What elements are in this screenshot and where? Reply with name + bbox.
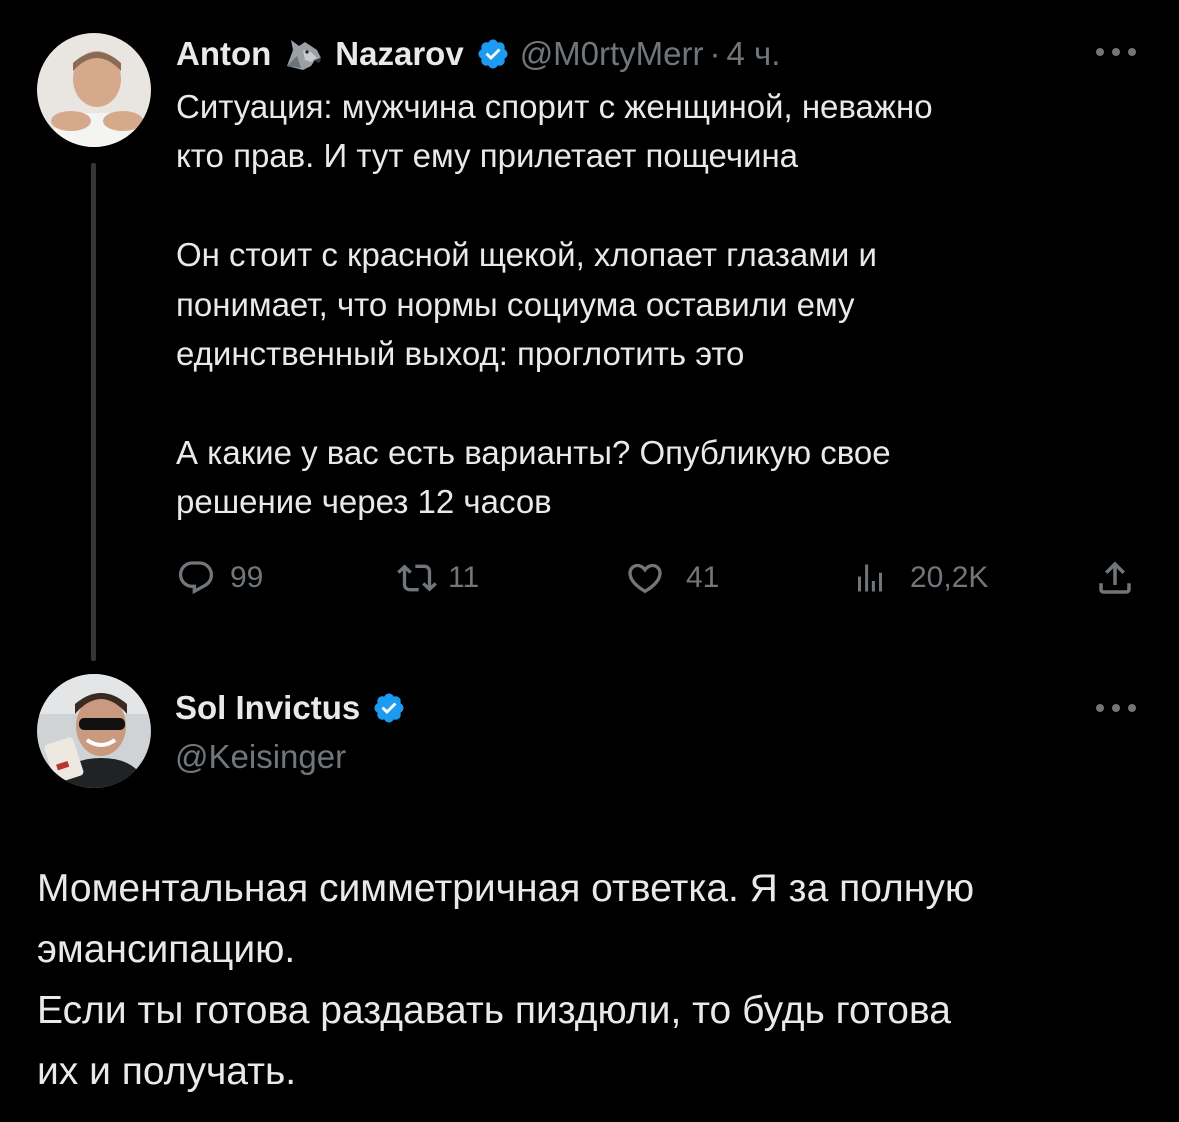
retweet-count: 11 (448, 561, 480, 594)
author-handle[interactable]: @M0rtyMerr (520, 35, 704, 73)
more-icon[interactable] (1094, 45, 1138, 57)
retweet-button[interactable]: 11 (396, 555, 479, 601)
reply-header: Sol Invictus (175, 684, 416, 732)
reply-author-name[interactable]: Sol Invictus (175, 689, 360, 727)
reply-text-line: их и получать. (37, 1050, 297, 1093)
reply-text: Моментальная симметричная ответка. Я за … (37, 858, 1157, 1102)
author-avatar[interactable] (37, 33, 151, 147)
views-count: 20,2K (910, 561, 989, 594)
reply-author-handle[interactable]: @Keisinger (175, 738, 346, 776)
reply-button[interactable]: 99 (176, 555, 263, 601)
views-icon (858, 564, 882, 592)
tweet-text: Ситуация: мужчина спорит с женщиной, нев… (176, 82, 1136, 527)
wolf-icon (283, 36, 325, 72)
tweet-header: Anton Nazarov @M0rtyMerr · 4 ч. (176, 32, 780, 76)
reply-text-line: эмансипацию. (37, 928, 296, 971)
like-icon (628, 563, 662, 594)
tweet-text-line: кто прав. И тут ему прилетает пощечина (176, 137, 799, 175)
reply-text-line: Если ты готова раздавать пиздюли, то буд… (37, 989, 951, 1032)
author-name-last[interactable]: Nazarov (335, 35, 463, 73)
share-icon (1099, 561, 1131, 594)
reply-text-line: Моментальная симметричная ответка. Я за … (37, 867, 975, 910)
reply-count: 99 (230, 561, 264, 594)
tweet-text-line: Ситуация: мужчина спорит с женщиной, нев… (176, 88, 933, 125)
separator-dot: · (709, 35, 721, 72)
like-count: 41 (686, 561, 720, 594)
views-button[interactable]: 20,2K (852, 555, 988, 601)
author-name-first[interactable]: Anton (176, 35, 271, 73)
tweet-text-line: Он стоит с красной щекой, хлопает глазам… (176, 236, 877, 274)
like-button[interactable]: 41 (624, 555, 719, 601)
timestamp[interactable]: 4 ч. (727, 35, 781, 73)
retweet-icon (397, 564, 437, 592)
verified-icon[interactable] (476, 37, 510, 71)
thread-line (91, 163, 96, 661)
reply-author-avatar[interactable] (37, 674, 151, 788)
tweet-text-line: единственный выход: проглотить это (176, 335, 745, 373)
tweet-text-line: понимает, что нормы социума оставили ему (176, 285, 855, 323)
share-button[interactable] (1094, 555, 1136, 601)
more-icon[interactable] (1094, 701, 1138, 713)
verified-icon[interactable] (372, 691, 406, 725)
tweet-text-line: решение через 12 часов (176, 483, 552, 521)
reply-icon (178, 561, 214, 595)
tweet-text-line: А какие у вас есть варианты? Опубликую с… (176, 433, 891, 471)
